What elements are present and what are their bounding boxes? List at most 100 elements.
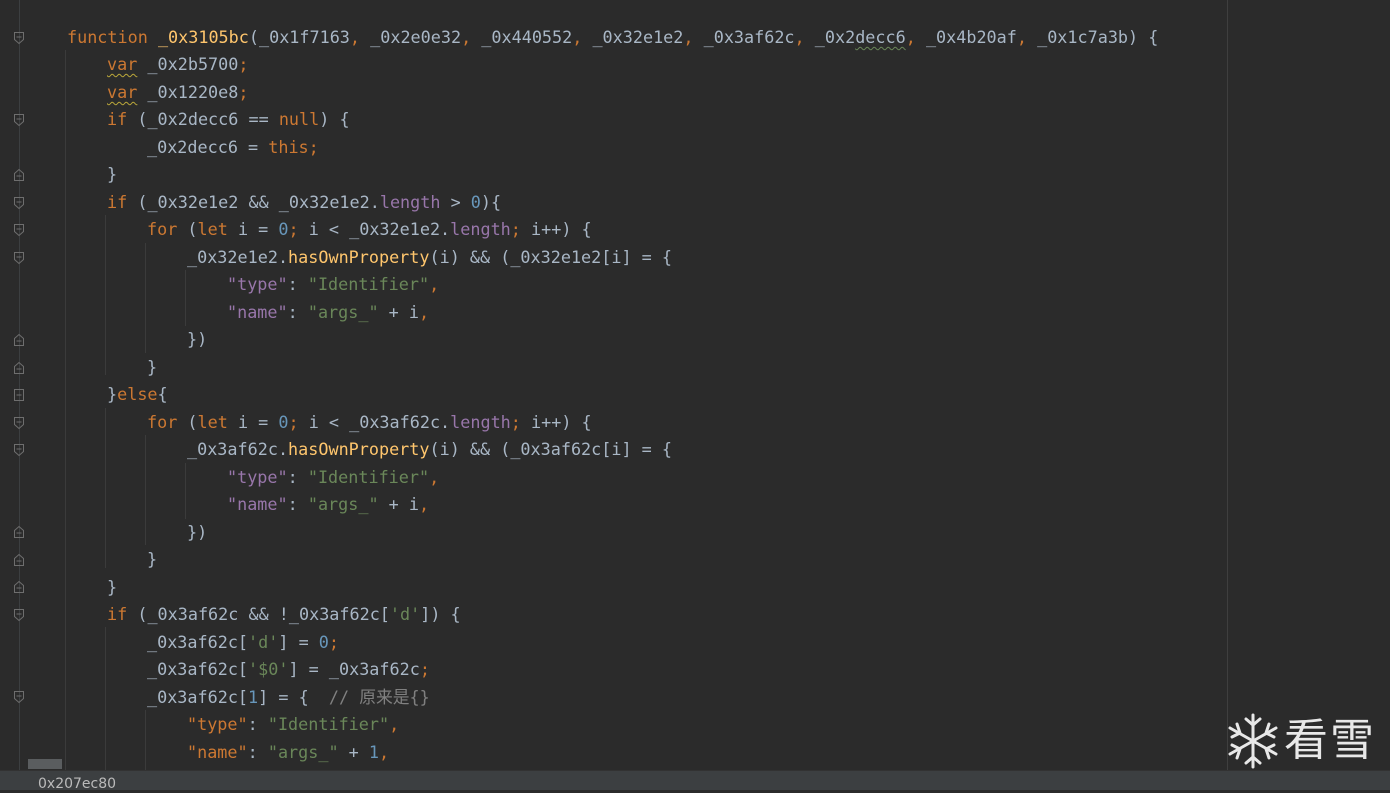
expression: + i <box>378 494 419 514</box>
fold-open-icon[interactable] <box>13 608 25 622</box>
fold-toggle-icon[interactable] <box>13 388 25 402</box>
number: 1 <box>248 687 259 707</box>
brace: { <box>157 384 168 404</box>
code-line-4[interactable]: if (_0x2decc6 == null) { <box>107 106 350 133</box>
code-line-25[interactable]: _0x3af62c[1] = { // 原来是{} <box>147 684 430 711</box>
brace: } <box>147 357 158 377</box>
horizontal-scrollbar-thumb[interactable] <box>28 759 62 769</box>
string-literal: "args_" <box>267 742 339 762</box>
code-line-7[interactable]: if (_0x32e1e2 && _0x32e1e2.length > 0){ <box>107 189 501 216</box>
code-line-6[interactable]: } <box>107 161 117 188</box>
code-line-1[interactable]: function _0x3105bc(_0x1f7163, _0x2e0e32,… <box>67 24 1158 51</box>
code-line-19[interactable]: }) <box>187 519 207 546</box>
function-name: _0x3105bc <box>157 27 249 47</box>
snowflake-icon <box>1228 713 1278 769</box>
string-literal: "args_" <box>307 494 379 514</box>
indent-guide <box>105 408 106 568</box>
number: 0 <box>278 219 289 239</box>
brace: }) <box>187 329 208 349</box>
object-key: "name" <box>227 302 288 322</box>
code-line-10[interactable]: "type": "Identifier", <box>227 271 439 298</box>
param: _0x2 <box>814 27 856 47</box>
param: _0x1c7a3b <box>1037 27 1129 47</box>
code-line-15[interactable]: for (let i = 0; i < _0x3af62c.length; i+… <box>147 409 592 436</box>
code-line-23[interactable]: _0x3af62c['d'] = 0; <box>147 629 339 656</box>
indent-guide <box>185 270 186 326</box>
code-line-27[interactable]: "name": "args_" + 1, <box>187 739 389 766</box>
fold-open-icon[interactable] <box>13 416 25 430</box>
string-literal: 'd' <box>248 632 279 652</box>
brace: } <box>147 549 158 569</box>
code-line-11[interactable]: "name": "args_" + i, <box>227 299 429 326</box>
expression: ] = { <box>258 687 329 707</box>
identifier: _0x3af62c <box>187 439 278 459</box>
watermark: 看雪 <box>1226 712 1386 770</box>
identifier: i <box>237 219 249 239</box>
fold-open-icon[interactable] <box>13 251 25 265</box>
code-editor[interactable]: function _0x3105bc(_0x1f7163, _0x2e0e32,… <box>0 0 1390 770</box>
expression: _0x3af62c && !_0x3af62c[ <box>147 604 390 624</box>
fold-close-icon[interactable] <box>13 580 25 594</box>
param: _0x4b20af <box>925 27 1017 47</box>
identifier: i <box>237 412 249 432</box>
fold-close-icon[interactable] <box>13 525 25 539</box>
code-line-13[interactable]: } <box>147 354 157 381</box>
fold-close-icon[interactable] <box>13 361 25 375</box>
code-line-12[interactable]: }) <box>187 326 207 353</box>
param: _0x3af62c <box>703 27 795 47</box>
code-line-24[interactable]: _0x3af62c['$0'] = _0x3af62c; <box>147 656 430 683</box>
string-literal: '$0' <box>248 659 289 679</box>
string-literal: 'd' <box>389 604 421 624</box>
fold-close-icon[interactable] <box>13 333 25 347</box>
keyword-function: function <box>67 27 148 47</box>
fold-close-icon[interactable] <box>13 168 25 182</box>
property-length: length <box>450 412 511 432</box>
increment: i++ <box>531 219 562 239</box>
code-line-9[interactable]: _0x32e1e2.hasOwnProperty(i) && (_0x32e1e… <box>187 244 672 271</box>
code-line-5[interactable]: _0x2decc6 = this; <box>147 134 319 161</box>
fold-open-icon[interactable] <box>13 196 25 210</box>
condition: i < _0x32e1e2 <box>308 219 441 239</box>
expression: (i) && (_0x32e1e2[i] = { <box>429 247 672 267</box>
code-line-3[interactable]: var _0x1220e8; <box>107 79 248 106</box>
fold-open-icon[interactable] <box>13 443 25 457</box>
brace: } <box>107 577 118 597</box>
code-line-21[interactable]: } <box>107 574 117 601</box>
operator: == <box>248 109 269 129</box>
code-line-8[interactable]: for (let i = 0; i < _0x32e1e2.length; i+… <box>147 216 592 243</box>
increment: i++ <box>531 412 562 432</box>
fold-close-icon[interactable] <box>13 553 25 567</box>
expression: _0x3af62c[ <box>147 687 249 707</box>
code-line-14[interactable]: }else{ <box>107 381 168 408</box>
code-line-2[interactable]: var _0x2b5700; <box>107 51 248 78</box>
object-key: "name" <box>227 494 288 514</box>
right-margin-guide <box>1227 0 1228 770</box>
keyword-for: for <box>147 412 178 432</box>
expression: ] = <box>278 632 319 652</box>
fold-open-icon[interactable] <box>13 31 25 45</box>
keyword-for: for <box>147 219 178 239</box>
param: _0x1f7163 <box>258 27 350 47</box>
keyword-else: else <box>117 384 158 404</box>
fold-open-icon[interactable] <box>13 690 25 704</box>
param: _0x2e0e32 <box>370 27 462 47</box>
expression: (i) && (_0x3af62c[i] = { <box>429 439 672 459</box>
param-typo-highlight: decc6 <box>855 27 906 47</box>
status-bar-address: 0x207ec80 <box>38 776 117 792</box>
code-line-17[interactable]: "type": "Identifier", <box>227 464 439 491</box>
fold-open-icon[interactable] <box>13 223 25 237</box>
code-line-22[interactable]: if (_0x3af62c && !_0x3af62c['d']) { <box>107 601 461 628</box>
code-line-26[interactable]: "type": "Identifier", <box>187 711 399 738</box>
fold-open-icon[interactable] <box>13 113 25 127</box>
code-line-18[interactable]: "name": "args_" + i, <box>227 491 429 518</box>
code-line-20[interactable]: } <box>147 546 157 573</box>
object-key: "type" <box>187 714 248 734</box>
expression: + i <box>378 302 419 322</box>
identifier: _0x2decc6 <box>147 109 239 129</box>
code-line-16[interactable]: _0x3af62c.hasOwnProperty(i) && (_0x3af62… <box>187 436 672 463</box>
number: 0 <box>470 192 481 212</box>
indent-guide <box>145 243 146 353</box>
object-key: "type" <box>227 467 288 487</box>
watermark-text: 看雪 <box>1284 715 1376 766</box>
identifier: _0x32e1e2 <box>278 192 370 212</box>
